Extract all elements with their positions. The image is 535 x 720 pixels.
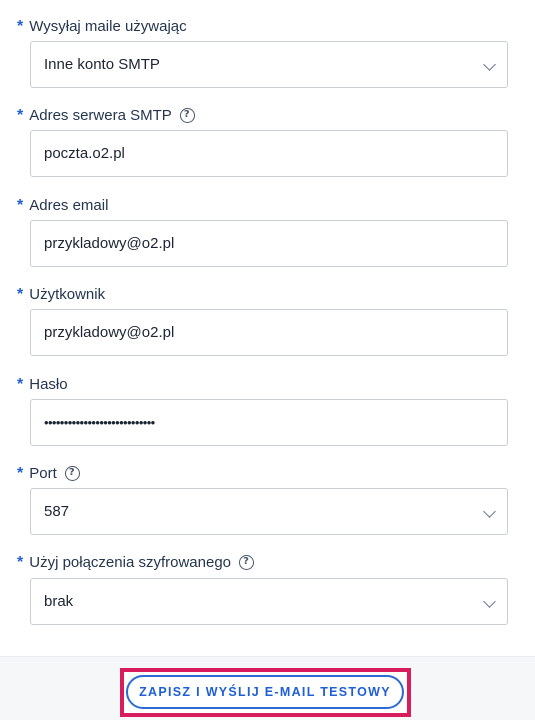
required-asterisk: * [17,554,24,571]
help-icon[interactable] [239,554,255,570]
password-label: * Hasło [17,374,68,394]
save-and-send-test-email-button[interactable]: ZAPISZ I WYŚLIJ E-MAIL TESTOWY [126,675,404,709]
chevron-down-icon [483,505,496,518]
required-asterisk: * [17,197,24,214]
required-asterisk: * [17,107,24,124]
required-asterisk: * [17,286,24,303]
email-label: * Adres email [17,195,108,215]
smtp-server-label: * Adres serwera SMTP [17,105,195,125]
password-input[interactable]: •••••••••••••••••••••••••••• [30,399,508,446]
required-asterisk: * [17,465,24,482]
required-asterisk: * [17,376,24,393]
password-label-text: Hasło [29,375,68,393]
smtp-server-value: poczta.o2.pl [44,145,125,162]
smtp-server-label-text: Adres serwera SMTP [29,106,172,124]
email-input[interactable]: przykladowy@o2.pl [30,220,508,267]
help-icon[interactable] [64,465,80,481]
smtp-server-input[interactable]: poczta.o2.pl [30,130,508,177]
send-via-value: Inne konto SMTP [44,56,160,73]
port-value: 587 [44,503,70,520]
username-input[interactable]: przykladowy@o2.pl [30,309,508,356]
port-select[interactable]: 587 [30,488,508,535]
port-label: * Port [17,463,80,483]
username-label-text: Użytkownik [29,285,106,303]
required-asterisk: * [17,18,24,35]
username-label: * Użytkownik [17,284,105,304]
username-value: przykladowy@o2.pl [44,324,175,341]
encryption-label-text: Użyj połączenia szyfrowanego [29,553,232,571]
send-via-label: * Wysyłaj maile używając [17,16,187,36]
send-via-select[interactable]: Inne konto SMTP [30,41,508,88]
encryption-value: brak [44,593,74,610]
send-via-label-text: Wysyłaj maile używając [29,17,187,35]
chevron-down-icon [483,58,496,71]
chevron-down-icon [483,595,496,608]
email-label-text: Adres email [29,196,109,214]
port-label-text: Port [29,464,57,482]
email-value: przykladowy@o2.pl [44,235,175,252]
password-value: •••••••••••••••••••••••••••• [44,415,155,430]
encryption-label: * Użyj połączenia szyfrowanego [17,552,255,572]
encryption-select[interactable]: brak [30,578,508,625]
help-icon[interactable] [179,107,195,123]
